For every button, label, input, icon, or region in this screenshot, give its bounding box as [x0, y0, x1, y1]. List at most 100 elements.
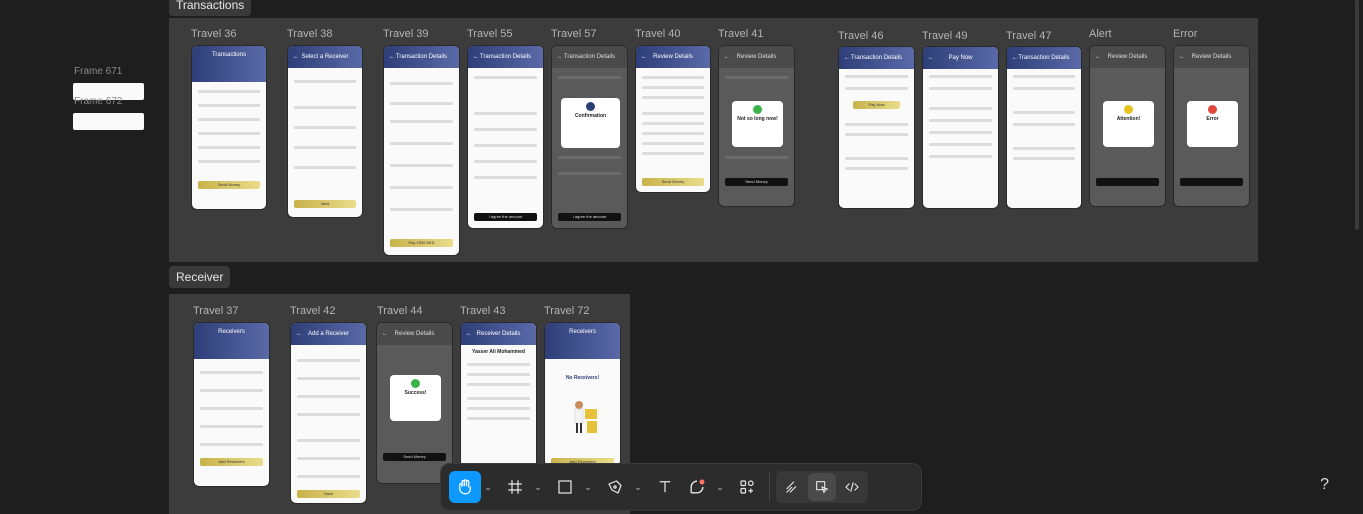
empty-state-title: No Receivers!	[565, 375, 600, 381]
screen-alert[interactable]: ← Review Details Attention!	[1089, 45, 1166, 207]
frame-title[interactable]: Travel 43	[460, 305, 505, 317]
screen-travel-72[interactable]: Receivers No Receivers! Add Receivers	[544, 322, 621, 467]
screen-travel-49[interactable]: ← Pay Now	[922, 46, 999, 209]
back-arrow-icon: ←	[293, 54, 299, 60]
frame-title[interactable]: Travel 72	[544, 305, 589, 317]
frame-title[interactable]: Alert	[1089, 28, 1112, 40]
screen-header: Receivers	[194, 323, 269, 359]
screen-header: Transactions	[192, 46, 266, 82]
screen-travel-38[interactable]: ← Select a Receiver Next	[287, 45, 363, 218]
back-arrow-icon: ←	[557, 54, 563, 60]
pen-tool-icon[interactable]	[599, 471, 631, 503]
screen-header: ← Transaction Details	[384, 46, 459, 68]
send-money-button[interactable]: Send Money	[725, 178, 788, 186]
send-money-button[interactable]: Send Money	[383, 453, 446, 461]
actions-tool-icon[interactable]	[731, 471, 763, 503]
screen-header: ← Select a Receiver	[288, 46, 362, 68]
screen-header: ← Review Details	[377, 323, 452, 345]
screen-travel-47[interactable]: ← Transaction Details	[1006, 46, 1082, 209]
frame-title[interactable]: Travel 42	[290, 305, 335, 317]
agree-amount-button[interactable]: I agree the amount	[474, 213, 537, 221]
frame-title[interactable]: Error	[1173, 28, 1197, 40]
frame-title[interactable]: Travel 40	[635, 28, 680, 40]
screen-travel-36[interactable]: Transactions Send Money	[191, 45, 267, 210]
frame-title[interactable]: Travel 46	[838, 30, 883, 42]
send-money-button[interactable]: Send Money	[198, 181, 260, 189]
chevron-down-icon[interactable]: ⌄	[481, 471, 495, 503]
dev-mode-icon[interactable]	[838, 473, 866, 501]
screen-travel-37[interactable]: Receivers Add Receivers	[193, 322, 270, 487]
alert-modal[interactable]: Attention!	[1103, 101, 1154, 147]
frame-title[interactable]: Travel 38	[287, 28, 332, 40]
design-toolbar: ⌄ ⌄ ⌄ ⌄ ⌄	[440, 463, 922, 511]
hand-tool-icon[interactable]	[449, 471, 481, 503]
screen-travel-42[interactable]: ← Add a Receiver Save	[290, 322, 367, 504]
text-tool-icon[interactable]	[649, 471, 681, 503]
pay-now-button[interactable]: Pay Now	[853, 101, 900, 109]
screen-travel-44[interactable]: ← Review Details Success! Send Money	[376, 322, 453, 484]
vertical-scrollbar[interactable]	[1355, 0, 1359, 230]
frame-title[interactable]: Travel 44	[377, 305, 422, 317]
next-button[interactable]: Next	[294, 200, 356, 208]
frame-title[interactable]: Travel 37	[193, 305, 238, 317]
screen-header: ← Review Details	[719, 46, 794, 68]
status-modal[interactable]: Not so long now!	[732, 101, 783, 147]
chevron-down-icon[interactable]: ⌄	[531, 471, 545, 503]
screen-travel-55[interactable]: ← Transaction Details I agree the amount	[467, 45, 544, 229]
warning-icon	[1124, 105, 1133, 114]
back-arrow-icon: ←	[844, 55, 850, 61]
empty-state-illustration	[567, 395, 601, 435]
back-arrow-icon: ←	[382, 331, 388, 337]
screen-header: ← Pay Now	[923, 47, 998, 69]
screen-header: ← Review Details	[1090, 46, 1165, 68]
back-arrow-icon: ←	[1012, 55, 1018, 61]
section-label-receiver[interactable]: Receiver	[169, 266, 231, 288]
screen-header: ← Transaction Details	[1007, 47, 1081, 69]
send-money-button[interactable]: Send Money	[642, 178, 704, 186]
screen-error[interactable]: ← Review Details Error	[1173, 45, 1250, 207]
screen-travel-57[interactable]: ← Transaction Details Confirmation I agre…	[551, 45, 628, 229]
frame-title[interactable]: Travel 57	[551, 28, 596, 40]
shape-tool-icon[interactable]	[681, 471, 713, 503]
screen-travel-46[interactable]: ← Transaction Details Pay Now	[838, 46, 915, 209]
save-button[interactable]: Save	[297, 490, 360, 498]
frame-title[interactable]: Travel 36	[191, 28, 236, 40]
pay-button[interactable]: Pay 1500 AED	[390, 239, 453, 247]
help-button[interactable]: ?	[1320, 476, 1329, 494]
confirmation-modal[interactable]: Confirmation	[561, 98, 620, 148]
screen-travel-39[interactable]: ← Transaction Details Pay 1500 AED	[383, 45, 460, 256]
alert-action-bar	[1096, 178, 1159, 186]
chevron-down-icon[interactable]: ⌄	[631, 471, 645, 503]
design-mode-icon[interactable]	[808, 473, 836, 501]
frame-title[interactable]: Travel 55	[467, 28, 512, 40]
back-arrow-icon: ←	[641, 54, 647, 60]
screen-travel-40[interactable]: ← Review Details Send Money	[635, 45, 711, 193]
screen-header: ← Review Details	[636, 46, 710, 68]
frame-tool-icon[interactable]	[499, 471, 531, 503]
rectangle-tool-icon[interactable]	[549, 471, 581, 503]
frame-671-label[interactable]: Frame 671	[74, 66, 122, 77]
error-modal[interactable]: Error	[1187, 101, 1238, 147]
chevron-down-icon[interactable]: ⌄	[581, 471, 595, 503]
info-icon	[586, 102, 595, 111]
back-arrow-icon: ←	[928, 55, 934, 61]
frame-title[interactable]: Travel 47	[1006, 30, 1051, 42]
frame-title[interactable]: Travel 41	[718, 28, 763, 40]
chevron-down-icon[interactable]: ⌄	[713, 471, 727, 503]
success-check-icon	[753, 105, 762, 114]
section-label-transactions[interactable]: Transactions	[169, 0, 252, 16]
screen-travel-43[interactable]: ← Receiver Details Yasser Ali Mohammed	[460, 322, 537, 472]
back-arrow-icon: ←	[1179, 54, 1185, 60]
back-arrow-icon: ←	[1095, 54, 1101, 60]
success-modal[interactable]: Success!	[390, 375, 441, 421]
screen-header: ← Transaction Details	[839, 47, 914, 69]
agree-amount-button[interactable]: I agree the amount	[558, 213, 621, 221]
frame-672[interactable]	[73, 113, 144, 130]
frame-title[interactable]: Travel 49	[922, 30, 967, 42]
screen-travel-41[interactable]: ← Review Details Not so long now! Send Mo…	[718, 45, 795, 207]
add-receivers-button[interactable]: Add Receivers	[200, 458, 263, 466]
frame-title[interactable]: Travel 39	[383, 28, 428, 40]
frame-672-label[interactable]: Frame 672	[74, 96, 122, 107]
screen-header: Receivers	[545, 323, 620, 359]
draw-mode-icon[interactable]	[778, 473, 806, 501]
